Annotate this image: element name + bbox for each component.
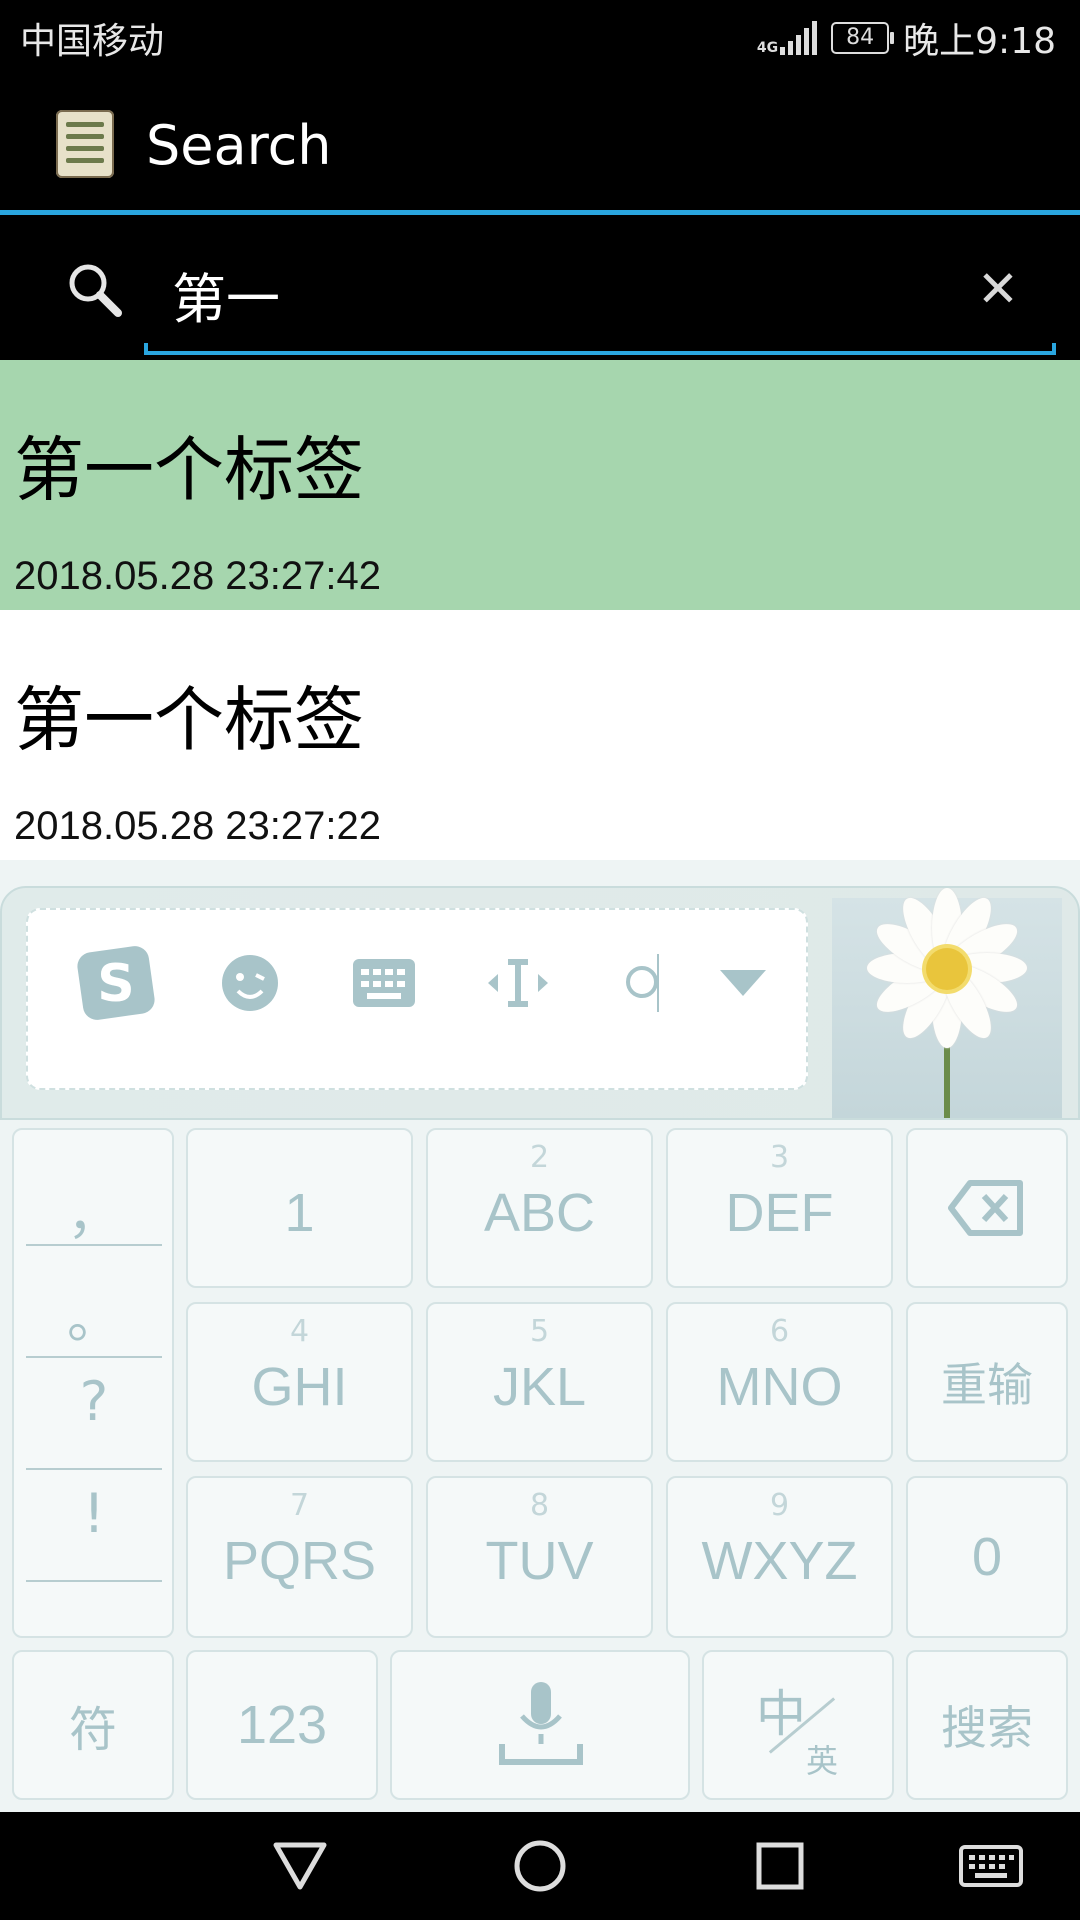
key-3[interactable]: 3 DEF xyxy=(666,1128,893,1288)
signal-icon: 4G xyxy=(756,21,818,56)
clock: 晚上9:18 xyxy=(903,21,1056,62)
collapse-icon[interactable] xyxy=(718,948,768,1018)
microphone-icon xyxy=(499,1682,583,1765)
battery-icon: 84 xyxy=(831,22,895,54)
language-switch-key[interactable]: 中 英 xyxy=(702,1650,894,1800)
keyboard-icon[interactable] xyxy=(956,1836,1026,1896)
key-9[interactable]: 9 WXYZ xyxy=(666,1476,893,1638)
punct-period[interactable]: 。 xyxy=(24,1274,164,1353)
back-icon[interactable] xyxy=(270,1836,330,1896)
theme-flower-image xyxy=(832,888,1062,1118)
page-title: Search xyxy=(146,114,332,177)
backspace-icon xyxy=(948,1180,1023,1236)
reenter-key[interactable]: 重输 xyxy=(906,1302,1068,1462)
network-type: 4G xyxy=(756,40,779,56)
note-date: 2018.05.28 23:27:42 xyxy=(14,554,382,598)
emoji-icon[interactable] xyxy=(218,948,282,1018)
key-7[interactable]: 7 PQRS xyxy=(186,1476,413,1638)
note-title: 第一个标签 xyxy=(14,679,364,761)
punctuation-panel: ， 。 ? ! xyxy=(12,1128,174,1638)
key-0[interactable]: 0 xyxy=(906,1476,1068,1638)
search-input-underline xyxy=(144,343,1056,355)
search-bar: 第一 ✕ xyxy=(0,215,1080,360)
keyboard-toolbar: S xyxy=(0,886,1080,1120)
punct-question[interactable]: ? xyxy=(24,1370,164,1433)
numbers-key[interactable]: 123 xyxy=(186,1650,378,1800)
punct-comma[interactable]: ， xyxy=(24,1170,164,1249)
key-1[interactable]: 1 xyxy=(186,1128,413,1288)
backspace-key[interactable] xyxy=(906,1128,1068,1288)
key-4[interactable]: 4 GHI xyxy=(186,1302,413,1462)
action-bar: Search xyxy=(0,74,1080,210)
keyboard-icon[interactable] xyxy=(352,948,416,1018)
list-item[interactable]: 第一个标签 2018.05.28 23:27:22 xyxy=(0,610,1080,860)
search-icon xyxy=(69,264,122,317)
ime-keyboard: S ， 。 ? ! 1 2 ABC 3 DEF 4 GHI 5 JKL 6 MN… xyxy=(0,860,1080,1812)
status-bar: 中国移动 4G 84 晚上9:18 xyxy=(0,0,1080,73)
key-5[interactable]: 5 JKL xyxy=(426,1302,653,1462)
sogou-logo-icon[interactable]: S xyxy=(74,946,158,1020)
carrier-name: 中国移动 xyxy=(20,21,165,62)
key-2[interactable]: 2 ABC xyxy=(426,1128,653,1288)
navigation-bar xyxy=(0,1812,1080,1920)
search-input[interactable]: 第一 xyxy=(172,255,280,334)
search-key[interactable]: 搜索 xyxy=(906,1650,1068,1800)
key-8[interactable]: 8 TUV xyxy=(426,1476,653,1638)
search-icon[interactable] xyxy=(622,948,666,1018)
punct-exclamation[interactable]: ! xyxy=(24,1482,164,1545)
note-title: 第一个标签 xyxy=(14,429,364,511)
recents-icon[interactable] xyxy=(750,1836,810,1896)
space-key[interactable] xyxy=(390,1650,690,1800)
key-6[interactable]: 6 MNO xyxy=(666,1302,893,1462)
close-icon[interactable]: ✕ xyxy=(968,259,1028,319)
cursor-move-icon[interactable] xyxy=(486,948,550,1018)
symbols-key[interactable]: 符 xyxy=(12,1650,174,1800)
status-icons: 4G 84 晚上9:18 xyxy=(757,12,1056,64)
home-icon[interactable] xyxy=(510,1836,570,1896)
svg-text:S: S xyxy=(97,954,134,1014)
note-date: 2018.05.28 23:27:22 xyxy=(14,804,382,848)
notes-app-icon xyxy=(56,110,114,178)
list-item[interactable]: 第一个标签 2018.05.28 23:27:42 xyxy=(0,360,1080,612)
